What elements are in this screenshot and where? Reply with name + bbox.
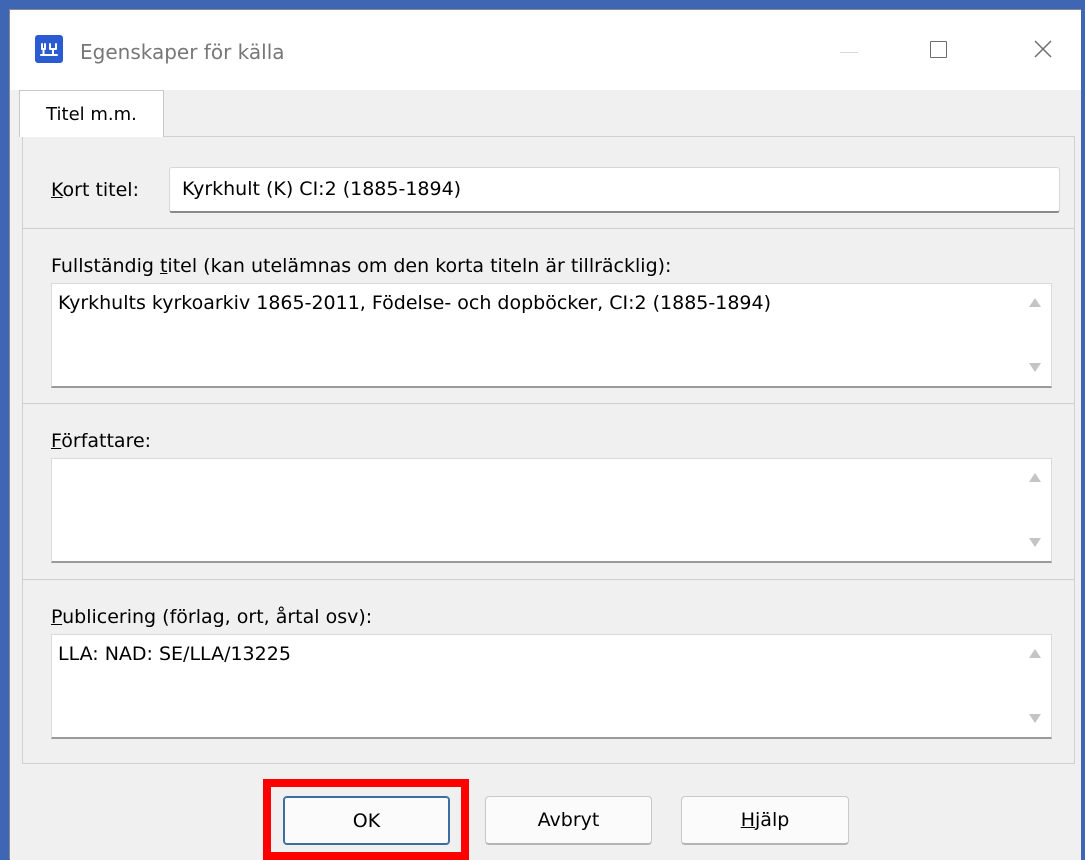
publication-value: LLA: NAD: SE/LLA/13225 [58, 643, 291, 665]
full-title-textarea[interactable]: Kyrkhults kyrkoarkiv 1865-2011, Födelse-… [51, 283, 1052, 388]
publication-label: Publicering (förlag, ort, årtal osv): [51, 606, 373, 628]
tab-strip: Titel m.m. [10, 90, 1081, 137]
full-title-label: Fullständig titel (kan utelämnas om den … [51, 255, 672, 277]
app-icon [35, 35, 63, 63]
publication-textarea[interactable]: LLA: NAD: SE/LLA/13225 [51, 634, 1052, 739]
dialog-window: Egenskaper för källa Titel m.m. Kort tit… [9, 9, 1081, 860]
short-title-label: Kort titel: [51, 179, 139, 201]
cancel-button[interactable]: Avbryt [485, 796, 652, 845]
author-label: Författare: [51, 430, 152, 452]
window-title: Egenskaper för källa [80, 40, 285, 64]
title-bar[interactable]: Egenskaper för källa [10, 10, 1081, 90]
close-icon [1034, 40, 1052, 58]
scroll-down-icon[interactable] [1029, 363, 1041, 372]
author-textarea[interactable] [51, 458, 1052, 563]
full-title-value: Kyrkhults kyrkoarkiv 1865-2011, Födelse-… [58, 292, 771, 314]
tab-titel[interactable]: Titel m.m. [19, 90, 164, 137]
help-button[interactable]: Hjälp [681, 796, 849, 845]
scroll-up-icon[interactable] [1029, 473, 1041, 482]
scroll-up-icon[interactable] [1029, 298, 1041, 307]
button-bar: OK Avbryt Hjälp [10, 764, 1081, 860]
scroll-up-icon[interactable] [1029, 649, 1041, 658]
minimize-button[interactable] [820, 28, 876, 72]
maximize-button[interactable] [910, 28, 966, 72]
publication-section: Publicering (förlag, ort, årtal osv): LL… [23, 579, 1074, 756]
close-button[interactable] [1015, 28, 1071, 72]
short-title-input[interactable]: Kyrkhult (K) CI:2 (1885-1894) [169, 167, 1060, 213]
author-section: Författare: [23, 403, 1074, 580]
full-title-section: Fullständig titel (kan utelämnas om den … [23, 228, 1074, 405]
ok-button[interactable]: OK [283, 796, 450, 845]
tab-panel: Kort titel: Kyrkhult (K) CI:2 (1885-1894… [22, 136, 1075, 764]
scroll-down-icon[interactable] [1029, 714, 1041, 723]
scroll-down-icon[interactable] [1029, 538, 1041, 547]
